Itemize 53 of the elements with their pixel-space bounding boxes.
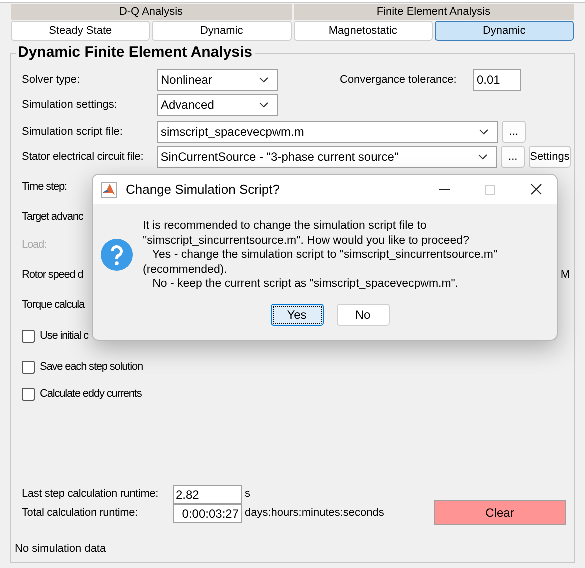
- chevron-down-icon: [259, 77, 269, 83]
- field-label: Rotor speed d: [22, 268, 84, 283]
- dialog-title: Change Simulation Script?: [126, 180, 280, 199]
- field-label: Simulation script file:: [22, 124, 124, 140]
- checkbox[interactable]: [22, 360, 35, 374]
- panel-title: Dynamic Finite Element Analysis: [16, 44, 255, 62]
- field-label: Target advanc: [22, 210, 84, 225]
- dialog-message: It is recommended to change the simulation script file to "simscript_sincurrentsource.m". How would you like to proceed? Yes - change the simulation script to "simscript_sincurrentsource.m" (recommended). No - keep the current script as "simscript_spacevecpwm.m".: [143, 219, 498, 292]
- maximize-icon: [485, 184, 495, 194]
- input-field[interactable]: 0:00:03:27: [173, 504, 242, 523]
- checkbox-label: Use initial c: [40, 328, 88, 344]
- group-tab[interactable]: D-Q Analysis: [11, 4, 292, 20]
- browse-button[interactable]: ...: [502, 121, 526, 143]
- minimize-icon[interactable]: [439, 188, 450, 190]
- question-icon: [101, 239, 133, 271]
- input-field[interactable]: 0.01: [473, 69, 521, 91]
- close-icon[interactable]: [531, 184, 542, 195]
- tab[interactable]: Dynamic: [152, 21, 292, 41]
- field-label: Load:: [22, 238, 47, 253]
- app-logo-icon: [101, 182, 117, 198]
- group-tab[interactable]: Finite Element Analysis: [294, 4, 574, 20]
- tab[interactable]: Steady State: [11, 21, 150, 41]
- checkbox[interactable]: [22, 330, 35, 342]
- tab[interactable]: Dynamic: [434, 21, 574, 41]
- dropdown[interactable]: SinCurrentSource - "3-phase current source": [156, 146, 498, 168]
- settings-button[interactable]: Settings: [529, 146, 571, 168]
- dialog-button[interactable]: Yes: [270, 304, 324, 326]
- browse-button[interactable]: ...: [501, 146, 526, 168]
- unit-label: s: [245, 487, 250, 502]
- field-label: Stator electrical circuit file:: [22, 150, 145, 165]
- checkbox-label: Calculate eddy currents: [40, 386, 142, 402]
- status-text: No simulation data: [15, 542, 108, 557]
- chevron-down-icon: [479, 129, 489, 135]
- field-label: Solver type:: [22, 72, 82, 88]
- dropdown[interactable]: Nonlinear: [157, 69, 278, 91]
- dropdown[interactable]: Advanced: [157, 94, 278, 116]
- chevron-down-icon: [478, 154, 488, 160]
- chevron-down-icon: [259, 102, 269, 108]
- field-label: M: [560, 268, 570, 283]
- field-label: Torque calcula: [22, 298, 85, 313]
- clear-button[interactable]: Clear: [434, 500, 566, 525]
- field-label: Total calculation runtime:: [22, 506, 139, 522]
- input-field[interactable]: 2.82: [173, 485, 242, 504]
- field-label: Time step:: [22, 180, 67, 195]
- tab[interactable]: Magnetostatic: [294, 21, 433, 41]
- checkbox-label: Save each step solution: [40, 360, 144, 375]
- field-label: Convergance tolerance:: [340, 72, 458, 88]
- dropdown[interactable]: simscript_spacevecpwm.m: [157, 121, 498, 143]
- unit-label: days:hours:minutes:seconds: [245, 506, 384, 522]
- field-label: Last step calculation runtime:: [22, 487, 160, 502]
- field-label: Simulation settings:: [22, 98, 118, 113]
- checkbox[interactable]: [22, 388, 35, 400]
- dialog-button[interactable]: No: [336, 304, 390, 326]
